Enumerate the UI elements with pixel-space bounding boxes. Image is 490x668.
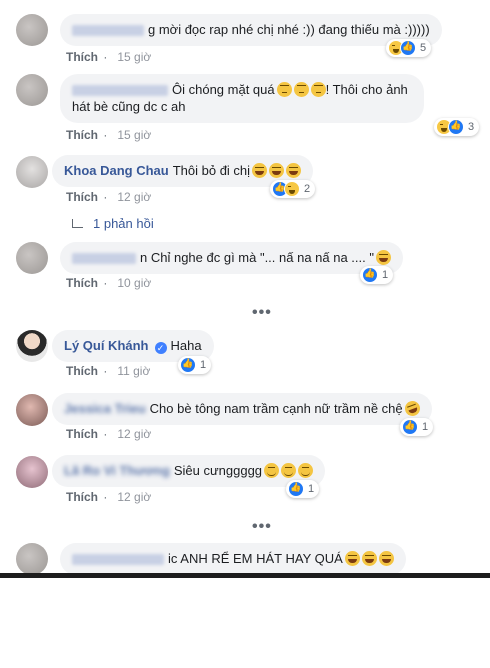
comment-actions: Thích · 15 giờ <box>66 50 152 64</box>
like-link[interactable]: Thích <box>66 427 98 441</box>
reaction-summary[interactable]: 1 <box>286 480 320 498</box>
comment-text: Cho bè tông nam trầm cạnh nữ trầm nề chệ <box>149 401 403 416</box>
like-link[interactable]: Thích <box>66 190 98 204</box>
like-link[interactable]: Thích <box>66 128 98 142</box>
reaction-summary[interactable]: 5 <box>386 39 432 57</box>
like-reaction-icon <box>180 357 196 373</box>
avatar[interactable] <box>16 242 48 274</box>
comment-text: ic ANH RỂ EM HÁT HAY QUÁ <box>168 551 343 566</box>
avatar[interactable] <box>16 156 48 188</box>
reaction-summary[interactable]: 1 <box>360 266 394 284</box>
comment-text: n Chỉ nghe đc gì mà "... nấ na nấ na ...… <box>140 250 374 265</box>
blurred-author <box>72 253 136 265</box>
timestamp[interactable]: 15 giờ <box>117 128 151 142</box>
blurred-author <box>72 554 164 566</box>
comment-actions: Thích · 11 giờ <box>66 364 151 378</box>
like-reaction-icon <box>400 40 416 56</box>
reaction-summary[interactable]: 3 <box>434 118 480 136</box>
comment-author[interactable]: Khoa Dang Chau <box>64 163 169 178</box>
timestamp[interactable]: 12 giờ <box>117 427 151 441</box>
reaction-summary[interactable]: 1 <box>178 356 212 374</box>
grinning-emoji <box>298 463 314 478</box>
reply-arrow-icon <box>72 219 83 228</box>
comment-author[interactable]: Lã Ro Vi Thương <box>64 463 170 478</box>
like-reaction-icon <box>288 481 304 497</box>
laughing-emoji <box>269 163 285 178</box>
grinning-emoji <box>264 463 280 478</box>
comment-actions: Thích · 15 giờ <box>66 128 152 142</box>
timestamp[interactable]: 11 giờ <box>117 364 150 378</box>
like-reaction-icon <box>362 267 378 283</box>
comment-actions: Thích · 12 giờ <box>66 490 152 504</box>
timestamp[interactable]: 10 giờ <box>117 276 151 290</box>
comment-actions: Thích · 10 giờ <box>66 276 152 290</box>
reaction-summary[interactable]: 2 <box>270 180 316 198</box>
avatar[interactable] <box>16 330 48 362</box>
reaction-count: 1 <box>422 421 429 433</box>
avatar[interactable] <box>16 543 48 575</box>
avatar[interactable] <box>16 14 48 46</box>
like-reaction-icon <box>448 119 464 135</box>
reply-count[interactable]: 1 phản hồi <box>93 216 154 231</box>
avatar[interactable] <box>16 74 48 106</box>
comment-feed: g mời đọc rap nhé chị nhé :)) đang thiếu… <box>0 0 490 578</box>
laughing-emoji <box>375 250 391 265</box>
reaction-count: 1 <box>200 359 207 371</box>
more-comments-indicator[interactable]: ••• <box>252 304 272 322</box>
timestamp[interactable]: 12 giờ <box>117 190 151 204</box>
reaction-count: 3 <box>468 121 475 133</box>
timestamp[interactable]: 15 giờ <box>117 50 151 64</box>
comment-text: Ôi chóng mặt quá <box>172 82 275 97</box>
comment-bubble: g mời đọc rap nhé chị nhé :)) đang thiếu… <box>60 14 442 46</box>
more-comments-indicator[interactable]: ••• <box>252 518 272 536</box>
laughing-emoji <box>361 551 377 566</box>
like-reaction-icon <box>402 419 418 435</box>
verified-badge-icon: ✓ <box>154 342 167 354</box>
comment-text: Haha <box>170 338 202 353</box>
view-replies-link[interactable]: 1 phản hồi <box>72 216 154 231</box>
avatar[interactable] <box>16 456 48 488</box>
rolling-eyes-emoji <box>310 82 326 97</box>
blank-area <box>0 578 490 668</box>
comment-actions: Thích · 12 giờ <box>66 427 152 441</box>
comment-text: Thôi bỏ đi chị <box>172 163 251 178</box>
timestamp[interactable]: 12 giờ <box>117 490 151 504</box>
reaction-count: 2 <box>304 183 311 195</box>
rofl-emoji <box>402 398 422 419</box>
reaction-count: 5 <box>420 42 427 54</box>
rolling-eyes-emoji <box>276 82 292 97</box>
comment-author[interactable]: Lý Quí Khánh <box>64 338 149 353</box>
comment-bubble: Lã Ro Vi Thương Siêu cưnggggg <box>52 455 326 487</box>
comment-actions: Thích · 12 giờ <box>66 190 152 204</box>
grinning-emoji <box>281 463 297 478</box>
like-link[interactable]: Thích <box>66 364 98 378</box>
haha-reaction-icon <box>284 181 300 197</box>
like-link[interactable]: Thích <box>66 276 98 290</box>
blurred-author <box>72 25 144 37</box>
comment-bubble: n Chỉ nghe đc gì mà "... nấ na nấ na ...… <box>60 242 403 274</box>
comment-author[interactable]: Jessica Trieu <box>64 401 146 416</box>
laughing-emoji <box>378 551 394 566</box>
avatar[interactable] <box>16 394 48 426</box>
rolling-eyes-emoji <box>293 82 309 97</box>
blurred-author <box>72 85 168 97</box>
reaction-summary[interactable]: 1 <box>400 418 434 436</box>
laughing-emoji <box>286 163 302 178</box>
laughing-emoji <box>344 551 360 566</box>
comment-text: Siêu cưnggggg <box>173 463 263 478</box>
comment-bubble: ic ANH RỂ EM HÁT HAY QUÁ <box>60 543 406 575</box>
comment-text: g mời đọc rap nhé chị nhé :)) đang thiếu… <box>148 22 430 37</box>
comment-bubble: Jessica Trieu Cho bè tông nam trầm cạnh n… <box>52 393 432 425</box>
laughing-emoji <box>252 163 268 178</box>
like-link[interactable]: Thích <box>66 490 98 504</box>
reaction-count: 1 <box>308 483 315 495</box>
like-link[interactable]: Thích <box>66 50 98 64</box>
reaction-count: 1 <box>382 269 389 281</box>
comment-bubble: Ôi chóng mặt quá! Thôi cho ảnh hát bè cũ… <box>60 74 424 123</box>
